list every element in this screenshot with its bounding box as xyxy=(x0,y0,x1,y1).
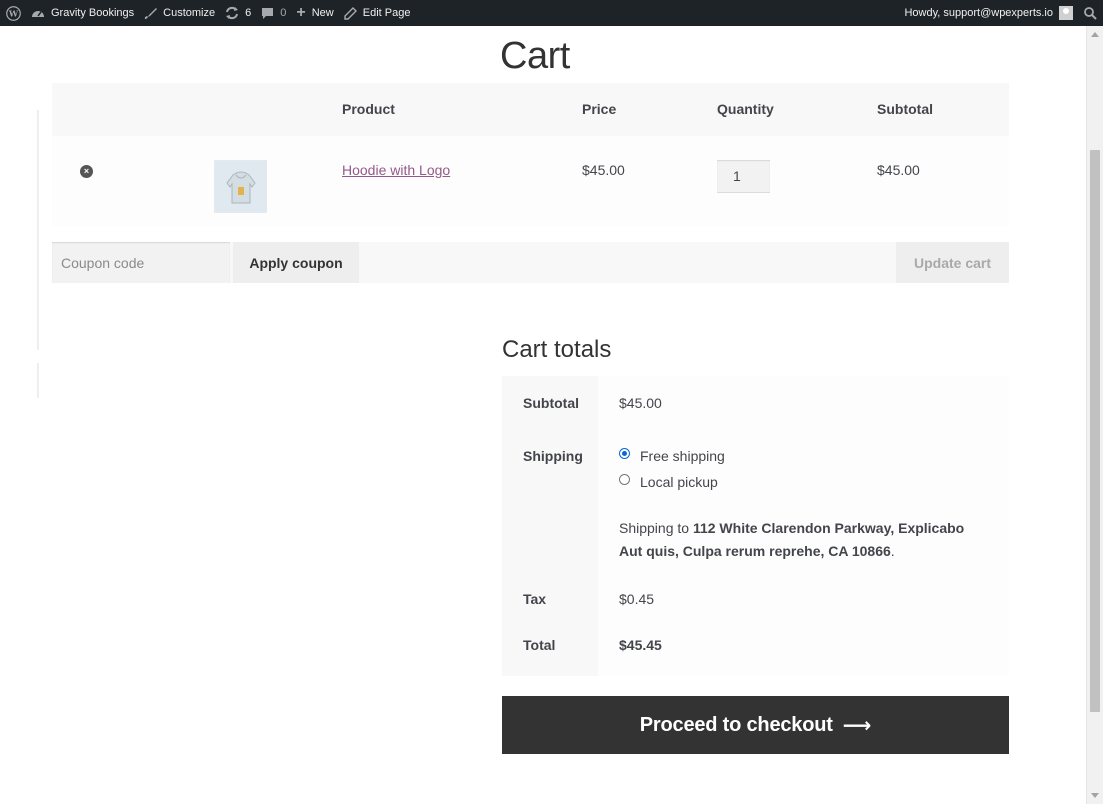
plus-icon: + xyxy=(296,4,306,21)
header-subtotal: Subtotal xyxy=(877,101,933,117)
avatar xyxy=(1059,6,1073,20)
shipping-destination: Shipping to 112 White Clarendon Parkway,… xyxy=(619,520,965,559)
coupon-code-input[interactable] xyxy=(52,242,230,283)
svg-text:W: W xyxy=(8,8,19,18)
new-label: New xyxy=(311,7,334,19)
subtotal-value: $45.00 xyxy=(598,376,1009,428)
subtotal-row: Subtotal $45.00 xyxy=(502,376,1009,428)
updates-item[interactable]: 6 xyxy=(220,0,256,26)
admin-bar: W Gravity Bookings Customize 6 0 + New E… xyxy=(0,0,1103,26)
brush-icon xyxy=(144,7,158,20)
search-icon[interactable] xyxy=(1077,0,1103,26)
cart-table: Product Price Quantity Subtotal × Hoodie… xyxy=(52,83,1009,226)
wordpress-icon: W xyxy=(6,5,21,21)
cart-table-header: Product Price Quantity Subtotal xyxy=(52,83,1009,136)
wordpress-logo-item[interactable]: W xyxy=(0,0,26,26)
shipping-label: Shipping xyxy=(502,428,598,580)
cart-totals-title: Cart totals xyxy=(502,336,612,363)
tax-row: Tax $0.45 xyxy=(502,580,1009,620)
arrow-right-icon: ⟶ xyxy=(842,714,872,737)
quantity-input[interactable] xyxy=(717,160,770,193)
edit-page-item[interactable]: Edit Page xyxy=(339,0,416,26)
edit-page-label: Edit Page xyxy=(362,7,411,19)
table-row: × Hoodie with Logo $45.00 $45.00 xyxy=(52,136,1009,226)
scroll-thumb[interactable] xyxy=(1090,150,1100,712)
account-menu[interactable]: Howdy, support@wpexperts.io xyxy=(904,0,1073,26)
howdy-label: Howdy, support@wpexperts.io xyxy=(904,7,1053,19)
shipping-row: Shipping Free shipping Local pickup Ship… xyxy=(502,428,1009,580)
dashboard-icon xyxy=(31,7,45,19)
remove-item-icon[interactable]: × xyxy=(80,165,93,178)
product-subtotal: $45.00 xyxy=(877,162,920,178)
header-price: Price xyxy=(582,101,617,117)
product-price: $45.00 xyxy=(582,162,625,178)
comments-item[interactable]: 0 xyxy=(256,0,291,26)
comments-count: 0 xyxy=(280,7,287,19)
side-divider xyxy=(37,110,39,350)
local-pickup-label[interactable]: Local pickup xyxy=(640,474,718,490)
customize-item[interactable]: Customize xyxy=(139,0,220,26)
total-label: Total xyxy=(502,620,598,676)
side-divider xyxy=(37,363,39,398)
header-quantity: Quantity xyxy=(717,101,774,117)
total-row: Total $45.45 xyxy=(502,620,1009,676)
product-name-link[interactable]: Hoodie with Logo xyxy=(342,162,450,178)
customize-label: Customize xyxy=(163,7,216,19)
cart-totals-table: Subtotal $45.00 Shipping Free shipping L… xyxy=(502,376,1009,676)
updates-count: 6 xyxy=(245,7,252,19)
product-thumbnail[interactable] xyxy=(214,160,267,213)
checkout-label: Proceed to checkout xyxy=(639,713,833,736)
subtotal-label: Subtotal xyxy=(502,376,598,428)
tax-value: $0.45 xyxy=(598,580,1009,620)
free-shipping-radio[interactable] xyxy=(619,448,630,459)
page-title: Cart xyxy=(500,35,570,77)
cart-actions: Apply coupon Update cart xyxy=(52,242,1009,283)
local-pickup-radio[interactable] xyxy=(619,474,630,485)
header-product: Product xyxy=(342,101,395,117)
update-cart-button[interactable]: Update cart xyxy=(896,242,1009,283)
comment-icon xyxy=(261,7,274,20)
updates-icon xyxy=(225,6,239,20)
pencil-icon xyxy=(344,6,357,20)
scroll-up-arrow-icon[interactable] xyxy=(1091,32,1099,37)
tax-label: Tax xyxy=(502,580,598,620)
site-name-item[interactable]: Gravity Bookings xyxy=(26,0,139,26)
scrollbar[interactable] xyxy=(1086,26,1103,804)
shipping-to-prefix: Shipping to xyxy=(619,520,690,536)
proceed-to-checkout-button[interactable]: Proceed to checkout ⟶ xyxy=(502,696,1009,754)
site-name-label: Gravity Bookings xyxy=(51,7,135,19)
free-shipping-label[interactable]: Free shipping xyxy=(640,448,725,464)
shipping-options: Free shipping Local pickup Shipping to 1… xyxy=(598,428,1009,580)
new-item[interactable]: + New xyxy=(291,0,338,26)
total-value: $45.45 xyxy=(598,620,1009,676)
scroll-down-arrow-icon[interactable] xyxy=(1091,793,1099,798)
apply-coupon-button[interactable]: Apply coupon xyxy=(233,242,359,283)
